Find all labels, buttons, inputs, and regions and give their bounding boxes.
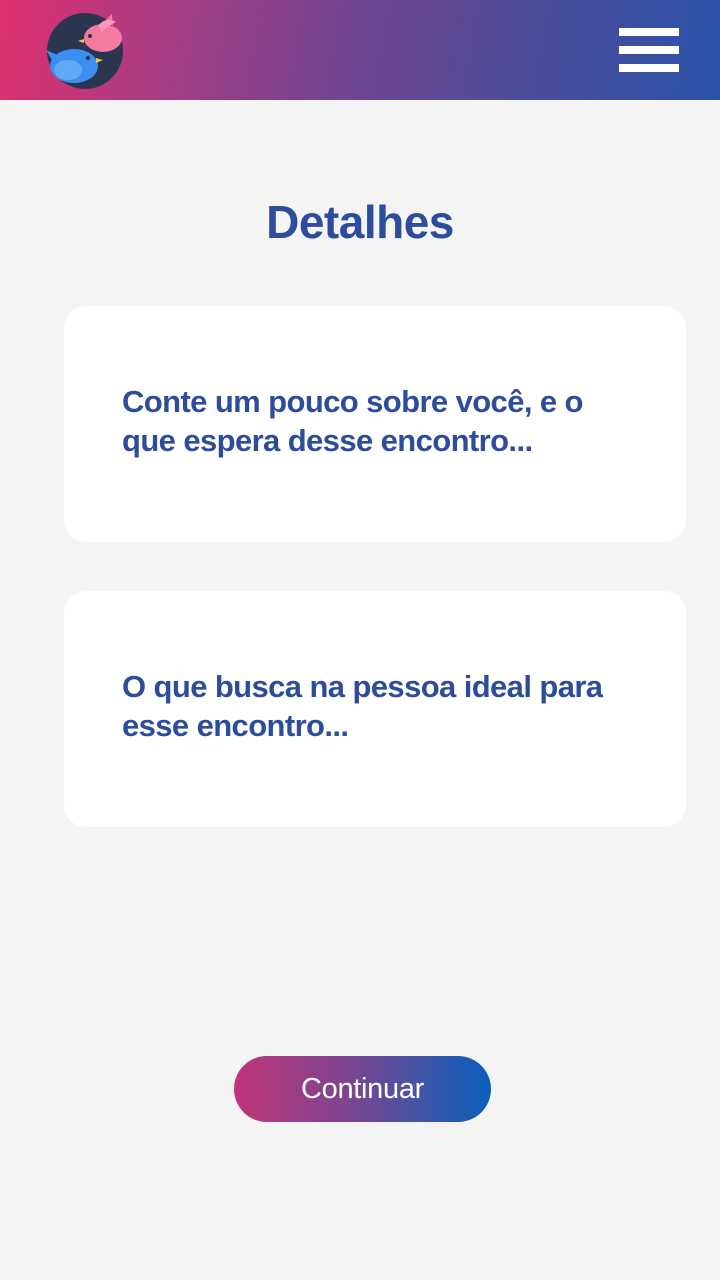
page-title: Detalhes bbox=[266, 196, 454, 248]
hamburger-menu-icon[interactable] bbox=[619, 28, 679, 72]
menu-bar bbox=[619, 64, 679, 72]
app-header bbox=[0, 0, 720, 100]
ideal-person-card bbox=[64, 591, 686, 827]
two-birds-logo-icon[interactable] bbox=[46, 12, 124, 90]
about-you-input[interactable] bbox=[122, 382, 632, 482]
about-card bbox=[64, 306, 686, 542]
menu-bar bbox=[619, 46, 679, 54]
ideal-person-input[interactable] bbox=[122, 667, 632, 767]
menu-bar bbox=[619, 28, 679, 36]
continue-button[interactable]: Continuar bbox=[234, 1056, 491, 1122]
